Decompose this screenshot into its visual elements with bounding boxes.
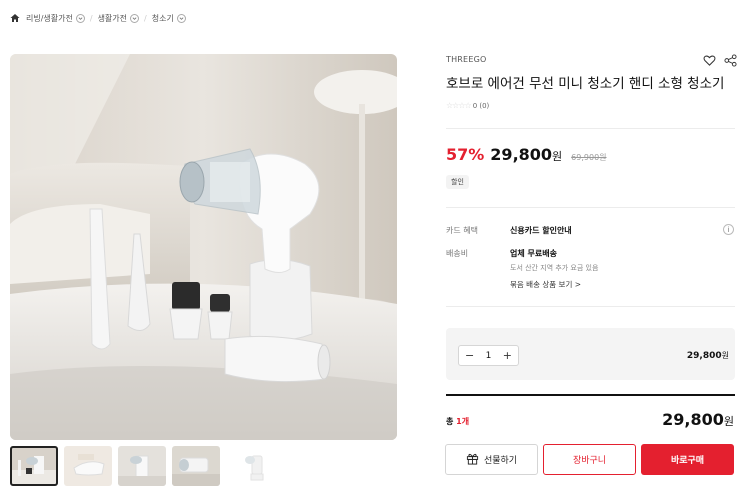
breadcrumb-label: 생활가전	[97, 13, 128, 23]
chevron-down-icon[interactable]	[130, 13, 140, 23]
product-main-image	[10, 54, 397, 440]
product-title: 호브로 에어건 무선 미니 청소기 핸디 소형 청소기	[446, 76, 725, 92]
heart-icon[interactable]	[703, 52, 716, 66]
gift-icon	[466, 452, 479, 468]
brand-name[interactable]: THREEGO	[446, 55, 486, 64]
divider	[446, 306, 735, 307]
divider	[446, 207, 735, 208]
chevron-down-icon[interactable]	[176, 13, 186, 23]
add-to-cart-button[interactable]: 장바구니	[543, 444, 636, 475]
shipping-note: 도서 산간 지역 추가 요금 있음	[510, 264, 599, 272]
breadcrumb-label: 리빙/생활가전	[26, 13, 73, 23]
thumbnail-3[interactable]	[118, 446, 166, 486]
product-actions	[703, 52, 737, 67]
quantity-increase-button[interactable]: +	[503, 350, 512, 361]
thumbnail-4[interactable]	[172, 446, 220, 486]
card-benefit-label: 카드 혜택	[446, 226, 478, 235]
sale-badge: 할인	[446, 175, 469, 189]
sale-price: 29,800원	[490, 145, 563, 164]
breadcrumb-separator: /	[89, 13, 93, 23]
gift-button[interactable]: 선물하기	[445, 444, 538, 475]
total-count: 총 1개	[446, 417, 470, 426]
chevron-down-icon[interactable]	[75, 13, 85, 23]
quantity-decrease-button[interactable]: −	[465, 350, 474, 361]
buy-now-button[interactable]: 바로구매	[641, 444, 734, 475]
thumbnail-5[interactable]	[226, 446, 274, 486]
option-price: 29,800원	[686, 351, 729, 361]
breadcrumb-item-living[interactable]: 리빙/생활가전	[26, 13, 85, 24]
share-icon[interactable]	[724, 52, 737, 67]
breadcrumb-separator: /	[144, 13, 147, 23]
original-price: 69,900원	[571, 153, 607, 162]
info-icon[interactable]: i	[723, 224, 734, 235]
divider	[446, 128, 735, 129]
shipping-label: 배송비	[446, 249, 469, 258]
thumbnail-strip	[10, 446, 274, 486]
price-row: 57% 29,800원 69,900원	[446, 145, 607, 164]
thumbnail-2[interactable]	[64, 446, 112, 486]
breadcrumb: 리빙/생활가전 / 생활가전 / 청소기	[10, 11, 186, 25]
rating-count: 0 (0)	[472, 101, 490, 110]
card-benefit-value: 신용카드 할인안내	[510, 226, 572, 235]
rating-stars: ☆☆☆☆	[446, 101, 472, 110]
total-divider	[446, 394, 735, 396]
breadcrumb-label: 청소기	[151, 13, 174, 23]
breadcrumb-item-appliance[interactable]: 생활가전	[97, 13, 140, 24]
discount-rate: 57%	[446, 145, 485, 164]
shipping-value: 업체 무료배송	[510, 249, 557, 258]
home-icon[interactable]	[10, 13, 20, 23]
thumbnail-1[interactable]	[10, 446, 58, 486]
quantity-value[interactable]: 1	[486, 351, 492, 361]
gift-button-label: 선물하기	[483, 456, 518, 466]
quantity-stepper: − 1 +	[458, 345, 519, 366]
total-price: 29,800원	[662, 410, 734, 429]
breadcrumb-item-vacuum[interactable]: 청소기	[152, 13, 186, 24]
bundle-shipping-link[interactable]: 묶음 배송 상품 보기 >	[510, 279, 581, 290]
rating[interactable]: ☆☆☆☆ 0 (0)	[446, 101, 489, 110]
